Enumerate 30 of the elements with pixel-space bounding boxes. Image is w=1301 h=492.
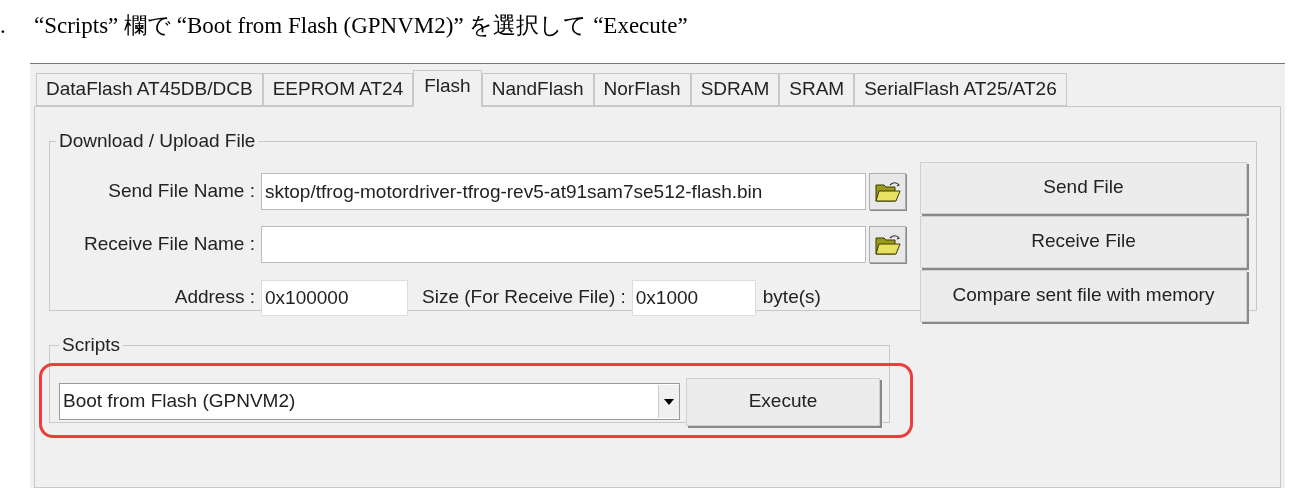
address-field[interactable]: 0x100000: [261, 279, 408, 316]
unit-label: byte(s): [762, 285, 821, 310]
action-button[interactable]: Compare sent file with memory: [920, 269, 1247, 322]
tab[interactable]: NandFlash: [481, 73, 594, 106]
tab[interactable]: SRAM: [779, 73, 855, 106]
folder-icon: [874, 180, 901, 203]
field-label: Receive File Name :: [82, 232, 256, 257]
tab[interactable]: EEPROM AT24: [262, 73, 414, 106]
tab[interactable]: SerialFlash AT25/AT26: [854, 73, 1067, 106]
field-label: Size (For Receive File) :: [422, 285, 626, 310]
size-field[interactable]: 0x1000: [631, 279, 756, 316]
caption-text: “Scripts” 欄で “Boot from Flash (GPNVM2)” を選択して “Execute”: [34, 11, 688, 40]
group-title: Scripts: [61, 333, 122, 357]
script-dropdown[interactable]: Boot from Flash (GPNVM2): [59, 383, 680, 420]
execute-button[interactable]: Execute: [686, 377, 880, 426]
field-label: Send File Name :: [107, 179, 256, 204]
tab[interactable]: DataFlash AT45DB/DCB: [36, 73, 263, 106]
tab[interactable]: Flash: [413, 70, 482, 107]
field-label: Address :: [173, 285, 256, 310]
group-title: Download / Upload File: [58, 129, 257, 153]
folder-icon: [874, 233, 901, 256]
action-button[interactable]: Send File: [920, 161, 1247, 214]
step-number: .: [0, 11, 7, 40]
browse-button[interactable]: [869, 226, 906, 263]
action-button[interactable]: Receive File: [920, 215, 1247, 268]
receive-file-field[interactable]: [261, 226, 866, 263]
browse-button[interactable]: [869, 173, 906, 210]
tab[interactable]: SDRAM: [690, 73, 780, 106]
send-file-field[interactable]: sktop/tfrog-motordriver-tfrog-rev5-at91sam7se512-flash.bin: [261, 173, 866, 210]
tab[interactable]: NorFlash: [593, 73, 691, 106]
